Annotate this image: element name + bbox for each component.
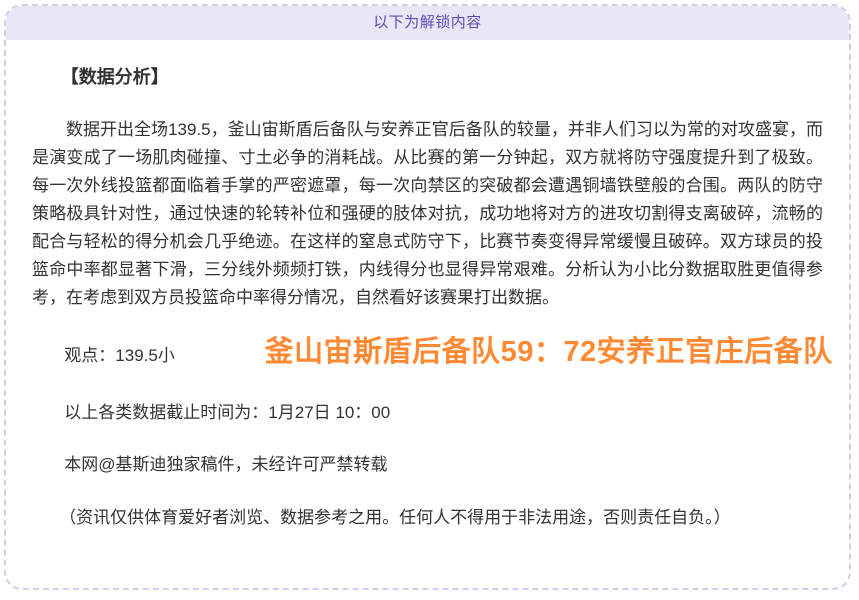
section-title: 【数据分析】	[32, 64, 823, 90]
score-prediction: 釜山宙斯盾后备队59：72安养正官庄后备队	[265, 336, 833, 368]
page: 以下为解锁内容 【数据分析】 数据开出全场139.5，釜山宙斯盾后备队与安养正官…	[0, 0, 859, 600]
disclaimer-line: （资讯仅供体育爱好者浏览、数据参考之用。任何人不得用于非法用途，否则责任自负。）	[32, 504, 823, 532]
unlocked-content-card: 以下为解锁内容 【数据分析】 数据开出全场139.5，釜山宙斯盾后备队与安养正官…	[4, 4, 851, 590]
unlock-banner: 以下为解锁内容	[6, 6, 849, 40]
data-deadline-line: 以上各类数据截止时间为：1月27日 10：00	[32, 399, 823, 427]
article-content: 【数据分析】 数据开出全场139.5，釜山宙斯盾后备队与安养正官后备队的较量，并…	[6, 64, 849, 532]
copyright-line: 本网@基斯迪独家稿件，未经许可严禁转载	[32, 451, 823, 479]
viewpoint-row: 观点：139.5小 釜山宙斯盾后备队59：72安养正官庄后备队	[32, 333, 823, 375]
analysis-paragraph: 数据开出全场139.5，釜山宙斯盾后备队与安养正官后备队的较量，并非人们习以为常…	[32, 116, 823, 312]
viewpoint-label: 观点：139.5小	[64, 346, 175, 365]
